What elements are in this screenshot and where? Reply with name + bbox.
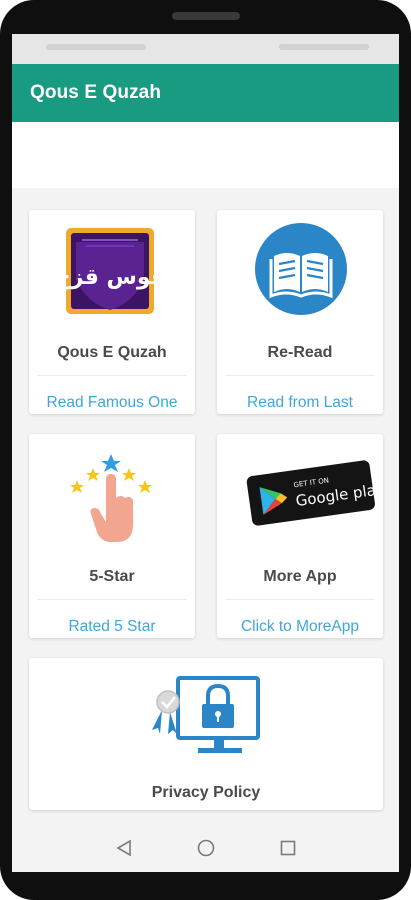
status-bar-right [279, 44, 369, 50]
read-from-last-link[interactable]: Read from Last [217, 394, 383, 412]
status-bar-left [46, 44, 146, 50]
back-icon[interactable] [112, 836, 136, 860]
app-bar: Qous E Quzah [12, 64, 399, 122]
card-divider [37, 375, 187, 376]
card-five-star[interactable]: 5-Star Rated 5 Star [29, 434, 195, 638]
card-title: Re-Read [267, 344, 333, 361]
status-bar [12, 34, 399, 64]
card-divider [37, 599, 187, 600]
screen: Qous E Quzah قوس قزح Qous E Quzah Read F… [12, 34, 399, 872]
card-title: More App [263, 568, 337, 585]
open-book-icon [254, 222, 348, 316]
recent-apps-icon[interactable] [276, 836, 300, 860]
header-spacer [12, 122, 399, 188]
home-icon[interactable] [194, 836, 218, 860]
card-privacy-policy[interactable]: Privacy Policy [29, 658, 383, 810]
card-title: Privacy Policy [151, 784, 261, 801]
logo-text: قوس قزح [60, 265, 160, 290]
google-play-badge-icon: GET IT ON Google play [243, 458, 386, 530]
phone-frame: Qous E Quzah قوس قزح Qous E Quzah Read F… [0, 0, 411, 900]
five-star-rating-icon [67, 452, 163, 548]
card-qous-e-quzah[interactable]: قوس قزح Qous E Quzah Read Famous One [29, 210, 195, 414]
click-to-more-app-link[interactable]: Click to MoreApp [217, 618, 383, 636]
card-title: 5-Star [89, 568, 135, 585]
system-nav-bar [12, 824, 399, 872]
read-famous-one-link[interactable]: Read Famous One [29, 394, 195, 412]
card-title: Qous E Quzah [57, 344, 167, 361]
app-title: Qous E Quzah [30, 82, 162, 103]
phone-speaker [172, 12, 240, 20]
qous-e-quzah-logo-icon: قوس قزح [55, 220, 165, 320]
card-re-read[interactable]: Re-Read Read from Last [217, 210, 383, 414]
card-divider [225, 375, 375, 376]
card-divider [225, 599, 375, 600]
rated-five-star-link[interactable]: Rated 5 Star [29, 618, 195, 636]
privacy-lock-icon [146, 672, 266, 758]
card-more-app[interactable]: GET IT ON Google play More App Click to … [217, 434, 386, 638]
